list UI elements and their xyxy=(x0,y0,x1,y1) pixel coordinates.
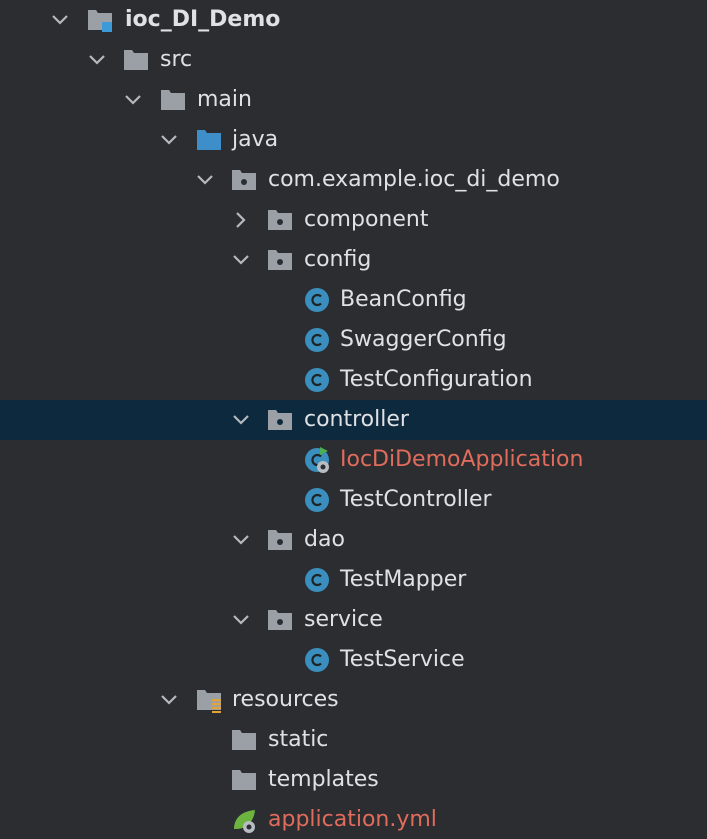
chevron-down-icon[interactable] xyxy=(230,529,252,551)
class-icon xyxy=(305,648,329,672)
spring-boot-class-icon xyxy=(305,447,329,473)
tree-item-controller[interactable]: controller xyxy=(0,400,707,440)
resources-folder-icon xyxy=(197,690,221,713)
chevron-down-icon[interactable] xyxy=(122,89,144,111)
tree-item-src[interactable]: src xyxy=(0,40,707,80)
tree-item-label: controller xyxy=(304,407,409,432)
chevron-down-icon[interactable] xyxy=(158,689,180,711)
tree-item-testmapper[interactable]: TestMapper xyxy=(0,560,707,600)
folder-icon xyxy=(124,50,148,70)
package-icon xyxy=(268,410,292,430)
folder-icon xyxy=(232,770,256,790)
chevron-down-icon[interactable] xyxy=(49,9,71,31)
tree-item-resources[interactable]: resources xyxy=(0,680,707,720)
tree-item-label: static xyxy=(268,727,329,752)
source-folder-icon xyxy=(197,130,221,150)
tree-item-config[interactable]: config xyxy=(0,240,707,280)
class-icon xyxy=(305,288,329,312)
tree-item-iocdidemoapplication[interactable]: IocDiDemoApplication xyxy=(0,440,707,480)
tree-item-label: application.yml xyxy=(268,807,437,832)
tree-item-dao[interactable]: dao xyxy=(0,520,707,560)
tree-item-main[interactable]: main xyxy=(0,80,707,120)
tree-item-label: service xyxy=(304,607,383,632)
tree-item-testservice[interactable]: TestService xyxy=(0,640,707,680)
tree-item-component[interactable]: component xyxy=(0,200,707,240)
tree-item-label: ioc_DI_Demo xyxy=(125,7,281,32)
tree-item-testconfiguration[interactable]: TestConfiguration xyxy=(0,360,707,400)
tree-item-swaggerconfig[interactable]: SwaggerConfig xyxy=(0,320,707,360)
tree-item-templates[interactable]: templates xyxy=(0,760,707,800)
chevron-down-icon[interactable] xyxy=(158,129,180,151)
class-icon xyxy=(305,488,329,512)
tree-item-label: SwaggerConfig xyxy=(340,327,507,352)
tree-item-label: TestConfiguration xyxy=(340,367,533,392)
tree-item-application-yml[interactable]: application.yml xyxy=(0,800,707,839)
chevron-down-icon[interactable] xyxy=(230,609,252,631)
chevron-down-icon[interactable] xyxy=(230,249,252,271)
project-tree: ioc_DI_Demo src main java com.example.io… xyxy=(0,0,707,839)
module-folder-icon xyxy=(88,10,112,32)
chevron-right-icon[interactable] xyxy=(230,209,252,231)
tree-item-ioc-di-demo[interactable]: ioc_DI_Demo xyxy=(0,0,707,40)
tree-item-label: TestController xyxy=(340,487,492,512)
tree-item-label: com.example.ioc_di_demo xyxy=(268,167,560,192)
tree-item-label: resources xyxy=(232,687,339,712)
class-icon xyxy=(305,368,329,392)
chevron-down-icon[interactable] xyxy=(86,49,108,71)
tree-item-label: IocDiDemoApplication xyxy=(340,447,584,472)
tree-item-label: main xyxy=(197,87,252,112)
package-icon xyxy=(268,210,292,230)
package-icon xyxy=(268,530,292,550)
tree-item-label: BeanConfig xyxy=(340,287,467,312)
tree-item-package-root[interactable]: com.example.ioc_di_demo xyxy=(0,160,707,200)
folder-icon xyxy=(232,730,256,750)
package-icon xyxy=(232,170,256,190)
tree-item-label: templates xyxy=(268,767,379,792)
tree-item-label: dao xyxy=(304,527,345,552)
package-icon xyxy=(268,610,292,630)
tree-item-static[interactable]: static xyxy=(0,720,707,760)
tree-item-java[interactable]: java xyxy=(0,120,707,160)
chevron-down-icon[interactable] xyxy=(230,409,252,431)
tree-item-label: TestMapper xyxy=(340,567,467,592)
folder-icon xyxy=(161,90,185,110)
tree-item-label: config xyxy=(304,247,372,272)
chevron-down-icon[interactable] xyxy=(194,169,216,191)
tree-item-label: component xyxy=(304,207,429,232)
tree-item-label: java xyxy=(232,127,279,152)
tree-item-testcontroller[interactable]: TestController xyxy=(0,480,707,520)
tree-item-label: TestService xyxy=(340,647,465,672)
package-icon xyxy=(268,250,292,270)
tree-item-beanconfig[interactable]: BeanConfig xyxy=(0,280,707,320)
class-icon xyxy=(305,568,329,592)
tree-item-service[interactable]: service xyxy=(0,600,707,640)
spring-yml-icon xyxy=(234,810,255,833)
class-icon xyxy=(305,328,329,352)
tree-item-label: src xyxy=(160,47,193,72)
